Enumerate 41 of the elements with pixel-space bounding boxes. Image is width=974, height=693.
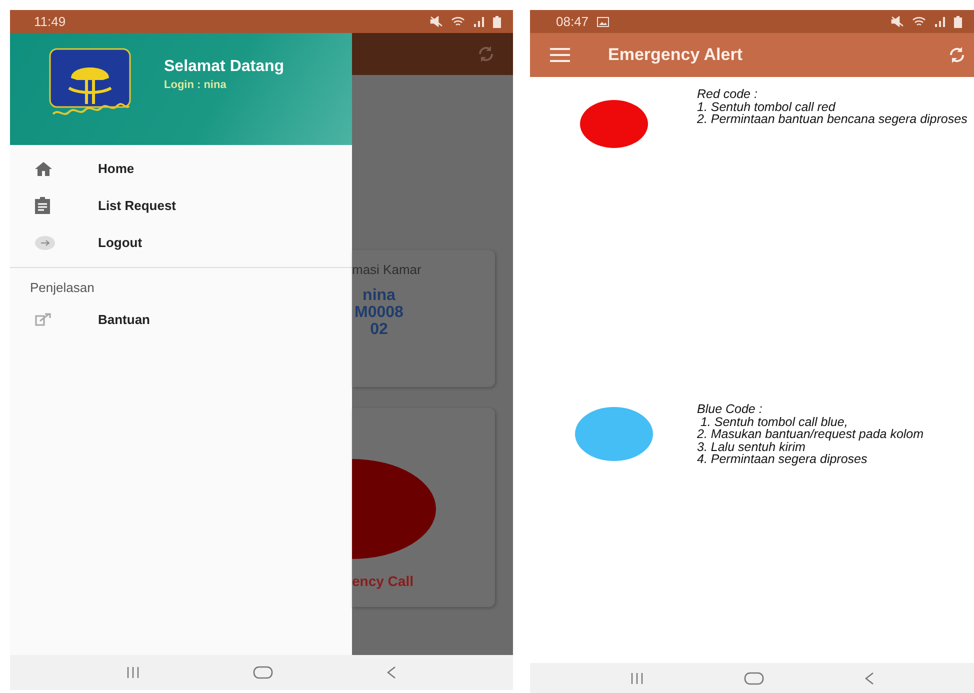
signal-icon — [934, 16, 946, 27]
mute-icon — [430, 16, 443, 27]
emergency-call-button[interactable] — [352, 459, 436, 559]
menu-item[interactable]: List Request — [10, 187, 352, 224]
call-button[interactable] — [574, 406, 654, 462]
edit-icon — [35, 313, 51, 326]
status-time: 11:49 — [34, 14, 66, 29]
call-button[interactable] — [578, 99, 648, 149]
menu-item[interactable]: Home — [10, 150, 352, 187]
call-label: ency Call — [352, 572, 414, 591]
card-value: 02 — [370, 321, 388, 338]
image-icon — [596, 16, 609, 26]
back-icon[interactable] — [864, 672, 874, 684]
home-icon — [35, 162, 52, 176]
recent-apps-icon[interactable] — [630, 672, 642, 684]
section-header: Penjelasan — [29, 279, 96, 297]
card-value: M0008 — [354, 304, 404, 321]
instruction-text: Red code : 1. Sentuh tombol call red 2. Permintaan bantuan bencana segera diproses — [697, 88, 968, 126]
refresh-icon[interactable] — [948, 46, 966, 64]
home-button-icon[interactable] — [253, 666, 273, 679]
welcome-title: Selamat Datang — [164, 58, 284, 76]
refresh-icon[interactable] — [477, 45, 495, 63]
app-title: Emergency Alert — [608, 45, 742, 65]
card-value: nina — [362, 287, 396, 304]
home-button-icon[interactable] — [744, 672, 764, 684]
signal-icon — [473, 16, 485, 27]
recent-apps-icon[interactable] — [127, 667, 139, 678]
back-icon[interactable] — [387, 666, 396, 679]
menu-item[interactable]: Logout — [10, 224, 352, 261]
instruction-text: Blue Code : 1. Sentuh tombol call blue, 2. Masukan bantuan/request pada kolom 3. Lalu sentuh kirim 4. Permintaan segera diproses — [697, 403, 925, 466]
wifi-icon — [912, 16, 926, 27]
login-text: Login : nina — [164, 78, 228, 90]
battery-icon — [493, 16, 501, 28]
wifi-icon — [451, 16, 465, 27]
clipboard-icon — [35, 197, 50, 214]
mute-icon — [891, 16, 904, 27]
card-title: masi Kamar — [352, 261, 422, 279]
menu-icon[interactable] — [550, 48, 570, 62]
battery-icon — [954, 16, 962, 28]
menu-item[interactable]: Bantuan — [10, 301, 352, 338]
status-time: 08:47 — [556, 14, 589, 29]
